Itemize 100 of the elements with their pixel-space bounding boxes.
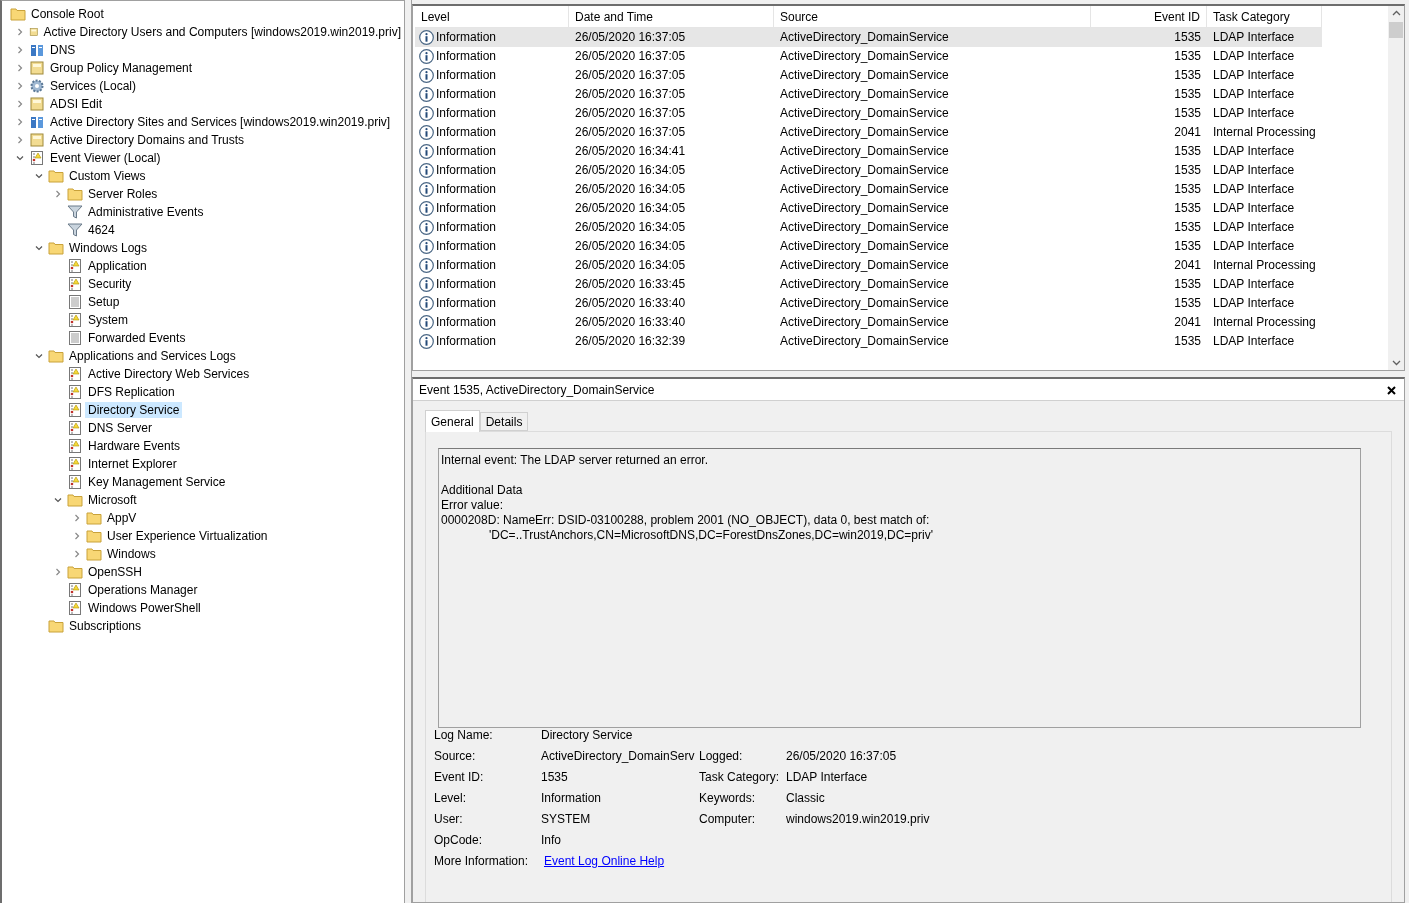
chevron-icon[interactable] xyxy=(15,28,24,36)
chevron-icon[interactable] xyxy=(72,514,81,522)
tree-item[interactable]: Active Directory Web Services xyxy=(85,366,253,382)
table-cell-text: ActiveDirectory_DomainService xyxy=(779,219,950,236)
tree-item[interactable]: Applications and Services Logs xyxy=(66,348,239,364)
column-header[interactable]: Task Category xyxy=(1207,6,1322,28)
table-cell-text: LDAP Interface xyxy=(1212,48,1296,65)
tree-item[interactable]: Windows Logs xyxy=(66,240,151,256)
property-label: Event ID: xyxy=(434,770,485,785)
scroll-up-icon[interactable] xyxy=(1391,10,1401,16)
help-link[interactable]: Event Log Online Help xyxy=(544,854,665,868)
property-value: 1535 xyxy=(541,770,569,785)
chevron-icon[interactable] xyxy=(53,496,62,504)
tree-item[interactable]: DNS xyxy=(47,42,79,58)
table-cell-text: 26/05/2020 16:37:05 xyxy=(574,105,687,122)
tree-item[interactable]: Active Directory Domains and Trusts xyxy=(47,132,248,148)
chevron-icon[interactable] xyxy=(72,550,81,558)
table-cell-text: 1535 xyxy=(1173,67,1202,84)
event-row[interactable]: Information 26/05/2020 16:37:05 ActiveDirectory_DomainService 1535 LDAP Interface xyxy=(415,28,1322,47)
column-header[interactable]: Event ID xyxy=(1091,6,1207,28)
message-text: Internal event: The LDAP server returned an error. xyxy=(441,453,710,468)
chevron-icon[interactable] xyxy=(34,172,43,180)
tree-item[interactable]: Windows PowerShell xyxy=(85,600,204,616)
server-icon xyxy=(29,114,45,130)
log-icon xyxy=(67,582,83,598)
column-header[interactable]: Level xyxy=(415,6,569,28)
tree-item[interactable]: Application xyxy=(85,258,150,274)
chevron-icon[interactable] xyxy=(53,568,62,576)
tree-item[interactable]: DNS Server xyxy=(85,420,155,436)
tab[interactable]: General xyxy=(425,410,480,432)
column-header[interactable]: Source xyxy=(774,6,1091,28)
log-icon xyxy=(67,438,83,454)
tree-item[interactable]: Group Policy Management xyxy=(47,60,196,76)
scroll-thumb[interactable] xyxy=(1389,22,1403,38)
chevron-icon[interactable] xyxy=(15,100,24,108)
tree-item[interactable]: Event Viewer (Local) xyxy=(47,150,164,166)
splitter[interactable] xyxy=(404,0,412,903)
chevron-icon[interactable] xyxy=(34,244,43,252)
table-cell-text: 1535 xyxy=(1173,29,1202,46)
tree-item[interactable]: Security xyxy=(85,276,135,292)
message-box[interactable] xyxy=(438,448,1361,728)
tree-item[interactable]: Internet Explorer xyxy=(85,456,180,472)
chevron-icon[interactable] xyxy=(15,82,24,90)
funnel-icon xyxy=(67,204,83,220)
scrollbar[interactable] xyxy=(1388,6,1404,370)
info-icon xyxy=(419,163,434,178)
chevron-icon[interactable] xyxy=(53,190,62,198)
tree-item[interactable]: Operations Manager xyxy=(85,582,201,598)
chevron-icon[interactable] xyxy=(15,46,24,54)
tree-item[interactable]: OpenSSH xyxy=(85,564,146,580)
info-icon xyxy=(419,334,434,349)
tree-item[interactable]: Windows xyxy=(104,546,159,562)
tree-item[interactable]: 4624 xyxy=(85,222,118,238)
tree-item[interactable]: Administrative Events xyxy=(85,204,207,220)
tab[interactable]: Details xyxy=(479,412,529,431)
column-header[interactable]: Date and Time xyxy=(569,6,774,28)
folder-icon xyxy=(67,186,83,202)
table-cell-text: Internal Processing xyxy=(1212,314,1317,331)
tree-item[interactable]: ADSI Edit xyxy=(47,96,106,112)
folder-icon xyxy=(10,6,26,22)
info-icon xyxy=(419,182,434,197)
tree-item[interactable]: User Experience Virtualization xyxy=(104,528,271,544)
gear-icon xyxy=(29,78,45,94)
table-cell-text: ActiveDirectory_DomainService xyxy=(779,314,950,331)
chevron-icon[interactable] xyxy=(72,532,81,540)
tree-item[interactable]: Forwarded Events xyxy=(85,330,189,346)
tree-item[interactable]: Console Root xyxy=(28,6,107,22)
log-icon xyxy=(67,402,83,418)
chevron-icon[interactable] xyxy=(15,118,24,126)
chevron-icon[interactable] xyxy=(15,136,24,144)
tree-item[interactable]: Active Directory Users and Computers [windows2019.win2019.priv] xyxy=(40,24,404,40)
tree-item[interactable]: Directory Service xyxy=(85,402,183,418)
tree-item[interactable]: Subscriptions xyxy=(66,618,145,634)
table-cell-text: 1535 xyxy=(1173,276,1202,293)
detail-title: Event 1535, ActiveDirectory_DomainService xyxy=(419,382,655,397)
chevron-icon[interactable] xyxy=(15,64,24,72)
tree-item[interactable]: Active Directory Sites and Services [windows2019.win2019.priv] xyxy=(47,114,394,130)
table-cell-text: Information xyxy=(436,124,497,141)
table-cell-text: ActiveDirectory_DomainService xyxy=(779,238,950,255)
tree-item[interactable]: Setup xyxy=(85,294,123,310)
tree-item[interactable]: Custom Views xyxy=(66,168,149,184)
tree-item[interactable]: DFS Replication xyxy=(85,384,178,400)
chevron-icon[interactable] xyxy=(34,352,43,360)
tree-item[interactable]: Key Management Service xyxy=(85,474,229,490)
folder-icon xyxy=(48,240,64,256)
table-cell-text: ActiveDirectory_DomainService xyxy=(779,143,950,160)
table-cell-text: 1535 xyxy=(1173,86,1202,103)
property-value: SYSTEM xyxy=(541,812,592,827)
tree-item[interactable]: System xyxy=(85,312,131,328)
table-cell-text: ActiveDirectory_DomainService xyxy=(779,257,950,274)
log-icon xyxy=(67,420,83,436)
info-icon xyxy=(419,201,434,216)
chevron-icon[interactable] xyxy=(15,154,24,162)
tree-item[interactable]: Services (Local) xyxy=(47,78,140,94)
info-icon xyxy=(419,277,434,292)
tree-item[interactable]: Hardware Events xyxy=(85,438,184,454)
tree-item[interactable]: Server Roles xyxy=(85,186,161,202)
tree-item[interactable]: AppV xyxy=(104,510,140,526)
scroll-down-icon[interactable] xyxy=(1391,360,1401,366)
tree-item[interactable]: Microsoft xyxy=(85,492,140,508)
